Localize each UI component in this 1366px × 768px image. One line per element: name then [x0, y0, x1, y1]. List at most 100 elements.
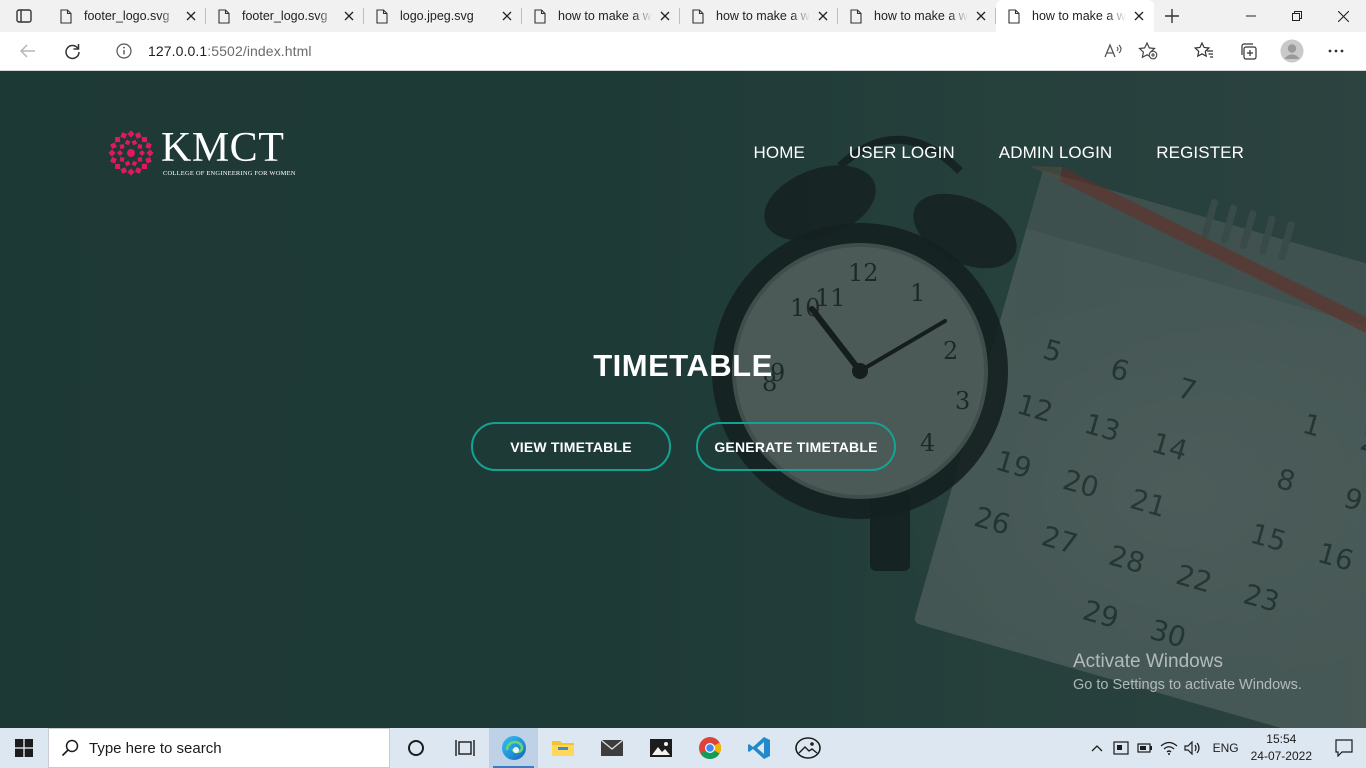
close-tab-icon[interactable] [184, 9, 198, 23]
browser-tab[interactable]: how to make a website [522, 0, 680, 32]
add-favorite-icon[interactable] [1138, 42, 1158, 60]
logo-subtitle: College of Engineering for Women [163, 170, 296, 177]
collections-button[interactable] [1226, 35, 1270, 67]
back-button[interactable] [10, 35, 46, 67]
network-status-button[interactable] [1109, 728, 1133, 768]
tab-title: how to make a website [1032, 9, 1126, 23]
cortana-icon [407, 740, 424, 756]
chevron-up-icon [1091, 745, 1103, 752]
tab-title: how to make a website [558, 9, 652, 23]
task-view-button[interactable] [440, 728, 489, 768]
collections-icon [1241, 43, 1257, 60]
emblem-petal [120, 131, 128, 139]
tab-title: footer_logo.svg [242, 9, 328, 23]
close-window-button[interactable] [1320, 0, 1366, 32]
close-tab-icon[interactable] [816, 9, 830, 23]
taskbar-clock[interactable]: 15:54 24-07-2022 [1251, 731, 1312, 765]
refresh-icon [64, 43, 80, 59]
browser-tab[interactable]: how to make a website [680, 0, 838, 32]
hero-actions: VIEW TIMETABLE GENERATE TIMETABLE [471, 422, 896, 471]
address-bar[interactable]: 127.0.0.1:5502/index.html [100, 36, 1172, 66]
input-language[interactable]: ENG [1213, 741, 1239, 755]
activate-windows-subtitle: Go to Settings to activate Windows. [1073, 677, 1302, 693]
avatar-icon [1280, 39, 1304, 63]
edge-taskbar-button[interactable] [489, 728, 538, 768]
photos-app-button[interactable] [783, 728, 832, 768]
info-icon[interactable] [116, 43, 132, 59]
refresh-button[interactable] [54, 35, 90, 67]
nav-user-login-link[interactable]: USER LOGIN [849, 143, 955, 163]
search-placeholder: Type here to search [89, 739, 222, 757]
page-icon [376, 8, 388, 24]
profile-button[interactable] [1270, 35, 1314, 67]
file-explorer-icon [551, 741, 574, 756]
favorites-button[interactable] [1182, 35, 1226, 67]
wifi-button[interactable] [1157, 728, 1181, 768]
read-aloud-icon[interactable] [1104, 43, 1122, 59]
settings-more-button[interactable] [1314, 35, 1358, 67]
browser-tab[interactable]: footer_logo.svg [206, 0, 364, 32]
new-tab-button[interactable] [1154, 0, 1190, 32]
emblem-petal [146, 148, 154, 157]
tab-actions-button[interactable] [0, 0, 48, 32]
minimize-button[interactable] [1228, 0, 1274, 32]
emblem-petal [124, 160, 131, 166]
url-text[interactable]: 127.0.0.1:5502/index.html [148, 43, 312, 59]
emblem-petal [124, 139, 131, 145]
activate-windows-title: Activate Windows [1073, 651, 1223, 672]
battery-button[interactable] [1133, 728, 1157, 768]
start-button[interactable] [0, 728, 48, 768]
browser-tab[interactable]: how to make a website [838, 0, 996, 32]
nav-admin-login-link[interactable]: ADMIN LOGIN [999, 143, 1113, 163]
view-timetable-button[interactable]: VIEW TIMETABLE [471, 422, 671, 471]
close-tab-icon[interactable] [500, 9, 514, 23]
close-tab-icon[interactable] [1132, 9, 1146, 23]
hero-title: TIMETABLE [593, 348, 773, 383]
windows-taskbar: Type here to search ENG 15:54 24-07-2022 [0, 728, 1366, 768]
file-explorer-button[interactable] [538, 728, 587, 768]
page-icon [534, 8, 546, 24]
speaker-icon [1183, 741, 1200, 755]
vscode-button[interactable] [734, 728, 783, 768]
close-tab-icon[interactable] [658, 9, 672, 23]
chrome-button[interactable] [685, 728, 734, 768]
volume-button[interactable] [1181, 728, 1205, 768]
tab-title: how to make a website [874, 9, 968, 23]
emblem-petal [108, 148, 116, 157]
more-dots-icon [1328, 49, 1344, 53]
restore-icon [1292, 11, 1302, 21]
show-hidden-icons-button[interactable] [1085, 728, 1109, 768]
browser-tab[interactable]: how to make a website [996, 0, 1154, 32]
close-tab-icon[interactable] [342, 9, 356, 23]
nav-register-link[interactable]: REGISTER [1156, 143, 1244, 163]
close-tab-icon[interactable] [974, 9, 988, 23]
nav-home-link[interactable]: HOME [754, 143, 805, 163]
emblem-petal [117, 149, 123, 156]
emblem-petal [127, 129, 135, 138]
search-icon [61, 739, 79, 757]
task-view-icon [454, 740, 475, 756]
activate-windows-watermark: Activate Windows Go to Settings to activ… [1073, 651, 1302, 693]
site-logo[interactable]: KMCT College of Engineering for Women [107, 127, 296, 177]
cortana-button[interactable] [391, 728, 440, 768]
page-icon [60, 8, 72, 24]
logo-wordmark: KMCT College of Engineering for Women [161, 127, 296, 177]
notifications-button[interactable] [1322, 728, 1366, 768]
page-icon [850, 8, 862, 24]
device-status-icon [1112, 741, 1129, 755]
page-icon [218, 8, 230, 24]
mail-icon [600, 739, 623, 756]
restore-button[interactable] [1274, 0, 1320, 32]
mail-button[interactable] [587, 728, 636, 768]
clock-date: 24-07-2022 [1250, 749, 1312, 763]
chrome-icon [698, 737, 721, 759]
taskbar-search-box[interactable]: Type here to search [48, 728, 390, 768]
browser-tab[interactable]: footer_logo.svg [48, 0, 206, 32]
generate-timetable-button[interactable]: GENERATE TIMETABLE [696, 422, 896, 471]
edge-icon [501, 736, 526, 760]
photos-button[interactable] [636, 728, 685, 768]
arrow-left-icon [20, 44, 35, 58]
close-icon [1337, 10, 1349, 22]
wifi-icon [1160, 741, 1178, 755]
browser-tab[interactable]: logo.jpeg.svg [364, 0, 522, 32]
